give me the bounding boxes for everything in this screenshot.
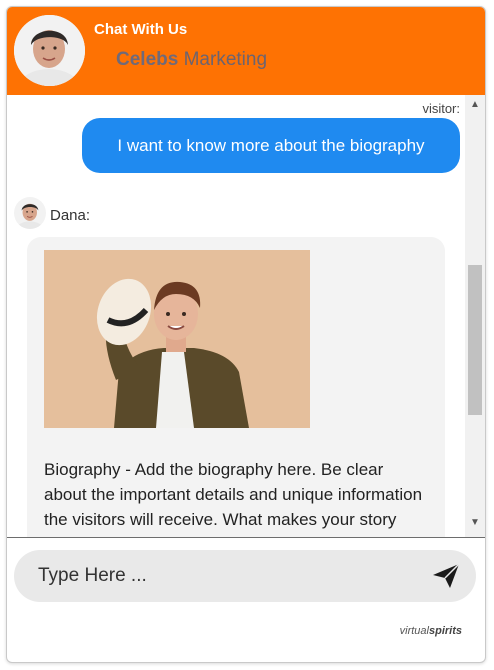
- header-title: Chat With Us: [94, 21, 188, 38]
- chat-header: Chat With Us Celebs Marketing: [7, 7, 485, 95]
- scrollbar-thumb[interactable]: [468, 265, 482, 415]
- visitor-label: visitor:: [422, 101, 460, 116]
- scroll-up-arrow-icon[interactable]: ▲: [465, 99, 485, 113]
- send-icon[interactable]: [432, 563, 460, 589]
- message-input[interactable]: [38, 550, 418, 602]
- chat-scrollbar[interactable]: ▲ ▼: [465, 95, 485, 537]
- chat-widget: Chat With Us Celebs Marketing visitor: I…: [6, 6, 486, 663]
- agent-avatar-large: [14, 15, 85, 86]
- powered-by-footer[interactable]: virtualspirits: [400, 625, 462, 637]
- scroll-down-arrow-icon[interactable]: ▼: [465, 517, 485, 531]
- footer-brand-light: virtual: [399, 625, 429, 637]
- chat-message-area[interactable]: visitor: I want to know more about the b…: [7, 95, 465, 537]
- brand-rest: Marketing: [178, 49, 268, 70]
- agent-name: Dana:: [50, 207, 91, 224]
- biography-photo: [44, 250, 310, 428]
- brand-bold: Celebs: [116, 49, 179, 70]
- message-input-container: [14, 550, 476, 602]
- footer-brand-bold: spirits: [428, 625, 462, 637]
- agent-message-text: Biography - Add the biography here. Be c…: [44, 460, 423, 537]
- agent-avatar-small: [14, 197, 46, 229]
- visitor-message-bubble: I want to know more about the biography: [82, 118, 460, 173]
- agent-message-bubble: Biography - Add the biography here. Be c…: [27, 237, 445, 537]
- input-divider: [7, 537, 485, 538]
- brand-name: Celebs Marketing: [116, 49, 267, 71]
